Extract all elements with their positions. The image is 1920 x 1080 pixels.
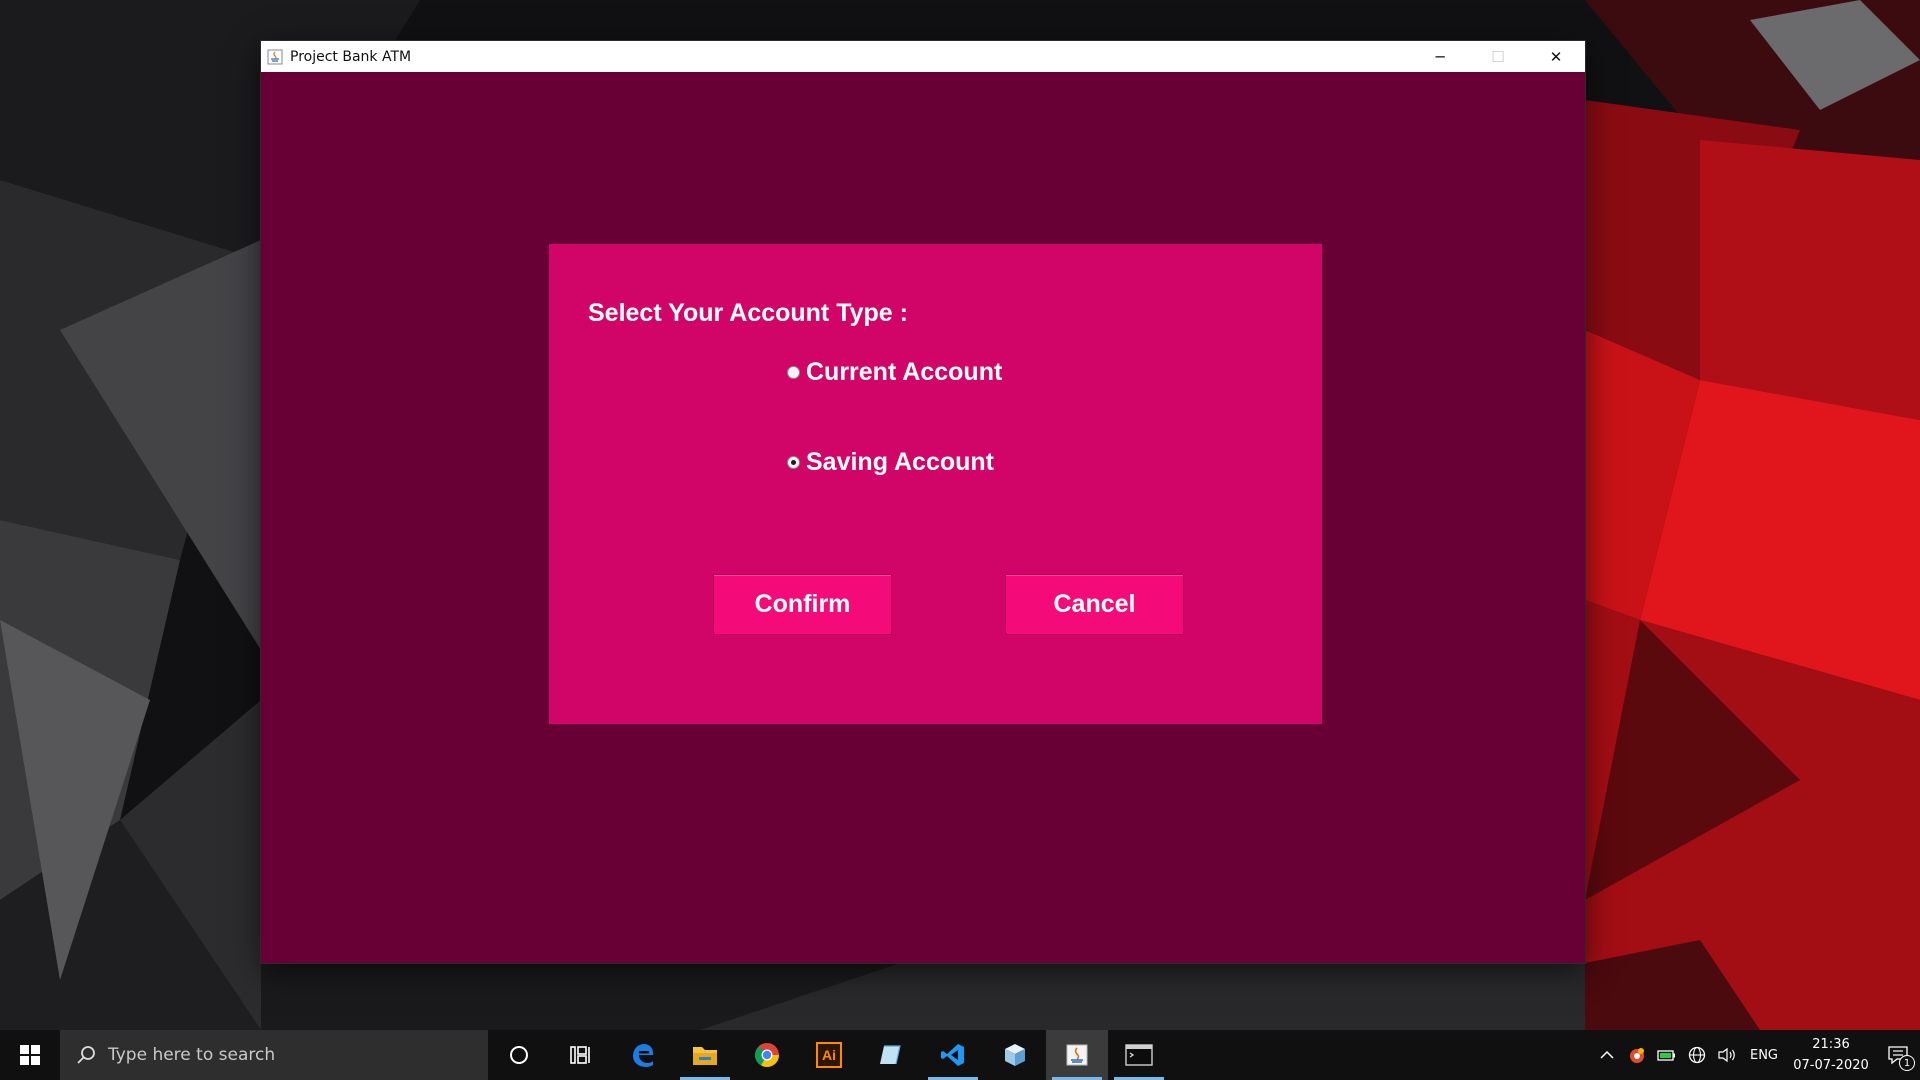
title-bar[interactable]: Project Bank ATM ─ ☐ ✕ — [261, 41, 1585, 72]
saving-account-radio-indicator[interactable] — [787, 456, 800, 469]
current-account-radio-indicator[interactable] — [787, 366, 800, 379]
notepad-icon[interactable] — [860, 1030, 922, 1080]
cortana-icon[interactable] — [488, 1030, 550, 1080]
account-type-panel: Select Your Account Type : Current Accou… — [549, 244, 1322, 724]
network-globe-icon[interactable] — [1682, 1030, 1712, 1080]
window-title: Project Bank ATM — [290, 48, 412, 65]
system-tray: ENG 21:36 07-07-2020 1 — [1592, 1030, 1920, 1080]
maximize-button[interactable]: ☐ — [1469, 41, 1527, 72]
illustrator-icon[interactable]: Ai — [798, 1030, 860, 1080]
notifications-icon[interactable]: 1 — [1876, 1030, 1920, 1080]
file-explorer-icon[interactable] — [674, 1030, 736, 1080]
clock[interactable]: 21:36 07-07-2020 — [1786, 1034, 1876, 1076]
edge-icon[interactable] — [612, 1030, 674, 1080]
vscode-icon[interactable] — [922, 1030, 984, 1080]
close-button[interactable]: ✕ — [1527, 41, 1585, 72]
terminal-icon[interactable] — [1108, 1030, 1170, 1080]
search-icon — [77, 1046, 95, 1064]
taskbar: Type here to search Ai ENG 21:36 07-07-2… — [0, 1030, 1920, 1080]
search-placeholder: Type here to search — [108, 1045, 276, 1065]
task-view-icon[interactable] — [550, 1030, 612, 1080]
clock-date: 07-07-2020 — [1793, 1058, 1869, 1073]
notification-count-badge: 1 — [1899, 1055, 1915, 1071]
minimize-button[interactable]: ─ — [1411, 41, 1469, 72]
current-account-radio[interactable]: Current Account — [787, 358, 1002, 387]
security-app-icon[interactable] — [1622, 1030, 1652, 1080]
app-window: Project Bank ATM ─ ☐ ✕ Select Your Accou… — [261, 41, 1585, 963]
start-button[interactable] — [0, 1030, 60, 1080]
search-box[interactable]: Type here to search — [60, 1030, 488, 1080]
language-indicator[interactable]: ENG — [1742, 1030, 1786, 1080]
saving-account-radio[interactable]: Saving Account — [787, 448, 994, 477]
3d-viewer-icon[interactable] — [984, 1030, 1046, 1080]
windows-icon — [20, 1045, 40, 1065]
confirm-button[interactable]: Confirm — [713, 574, 892, 635]
chevron-up-icon[interactable] — [1592, 1030, 1622, 1080]
battery-icon[interactable] — [1652, 1030, 1682, 1080]
current-account-label[interactable]: Current Account — [806, 358, 1002, 387]
illustrator-text: Ai — [816, 1042, 842, 1068]
java-icon[interactable] — [1046, 1030, 1108, 1080]
panel-heading: Select Your Account Type : — [588, 299, 908, 327]
cancel-button[interactable]: Cancel — [1005, 574, 1184, 635]
volume-icon[interactable] — [1712, 1030, 1742, 1080]
chrome-icon[interactable] — [736, 1030, 798, 1080]
java-app-icon — [266, 48, 284, 66]
saving-account-label[interactable]: Saving Account — [806, 448, 994, 477]
clock-time: 21:36 — [1812, 1037, 1850, 1052]
